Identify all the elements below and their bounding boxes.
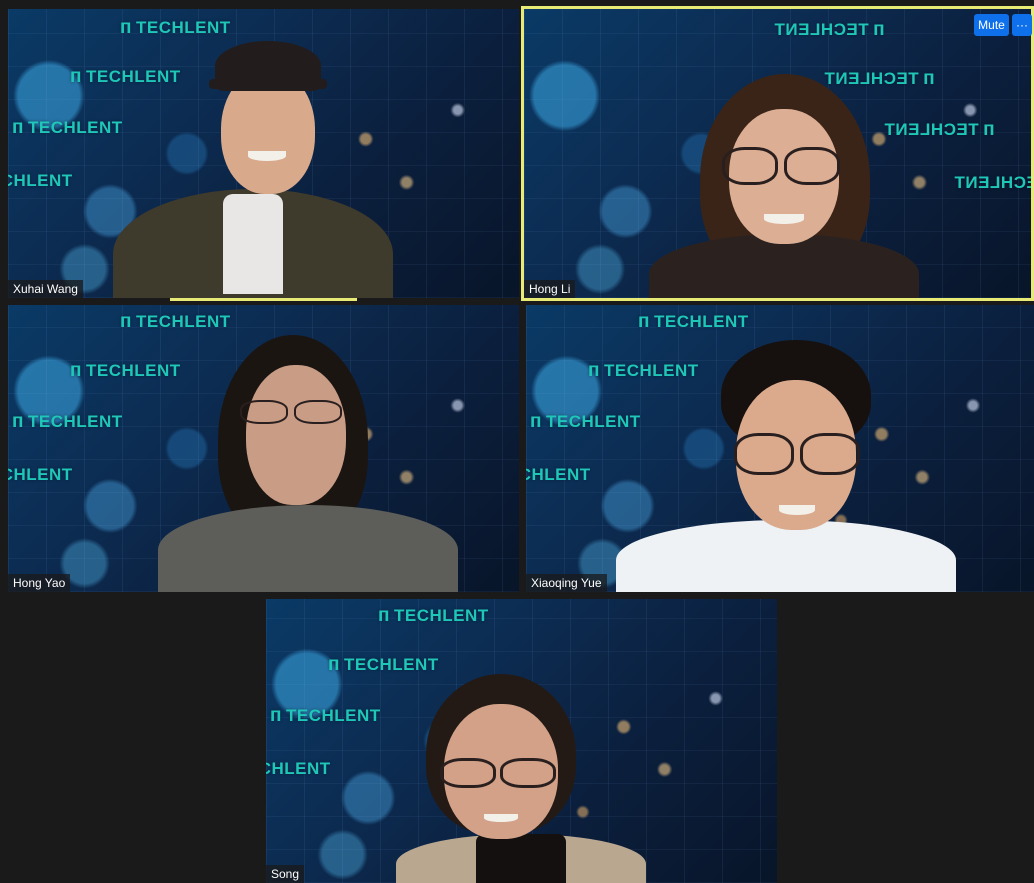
techlent-logo-icon: ᴨ bbox=[328, 654, 340, 675]
brand-watermark: TECHLENT bbox=[8, 171, 73, 190]
brand-watermark: ᴨTECHLENT bbox=[12, 411, 123, 432]
techlent-logo-icon: ᴨ bbox=[270, 705, 282, 726]
participant-video-feed bbox=[148, 335, 468, 592]
techlent-logo-icon: ᴨ bbox=[872, 19, 885, 40]
techlent-logo-icon: ᴨ bbox=[120, 311, 132, 332]
techlent-logo-icon: ᴨ bbox=[70, 66, 82, 87]
techlent-logo-icon: ᴨ bbox=[12, 117, 24, 138]
techlent-logo-icon: ᴨ bbox=[588, 360, 600, 381]
brand-watermark: TECHLENT bbox=[526, 465, 591, 484]
techlent-logo-icon: ᴨ bbox=[530, 411, 542, 432]
techlent-logo-icon: ᴨ bbox=[12, 411, 24, 432]
brand-watermark: ᴨTECHLENT bbox=[378, 605, 489, 626]
participant-name-label: Hong Li bbox=[524, 280, 576, 298]
participant-name-label: Xiaoqing Yue bbox=[526, 574, 607, 592]
brand-watermark: ᴨTECHLENT bbox=[638, 311, 749, 332]
video-tile-xiaoqing-yue[interactable]: ᴨTECHLENT ᴨTECHLENT ᴨTECHLENT TECHLENT X… bbox=[526, 305, 1034, 592]
techlent-logo-icon: ᴨ bbox=[982, 119, 995, 140]
video-tile-song[interactable]: ᴨTECHLENT ᴨTECHLENT ᴨTECHLENT TECHLENT S… bbox=[266, 599, 777, 883]
brand-watermark: TECHLENT bbox=[266, 759, 331, 778]
techlent-logo-icon: ᴨ bbox=[70, 360, 82, 381]
video-tile-xuhai-wang[interactable]: ᴨTECHLENT ᴨTECHLENT ᴨTECHLENT TECHLENT X… bbox=[8, 9, 519, 298]
techlent-logo-icon: ᴨ bbox=[378, 605, 390, 626]
participant-name-label: Xuhai Wang bbox=[8, 280, 83, 298]
brand-watermark: ᴨTECHLENT bbox=[774, 19, 885, 40]
brand-watermark: ᴨTECHLENT bbox=[328, 654, 439, 675]
speaking-indicator bbox=[170, 298, 357, 301]
participant-video-feed bbox=[616, 335, 956, 592]
brand-watermark: TECHLENT bbox=[8, 465, 73, 484]
participant-video-feed bbox=[396, 674, 676, 883]
more-options-button[interactable]: ··· bbox=[1012, 14, 1032, 36]
mute-button[interactable]: Mute bbox=[974, 14, 1009, 36]
participant-name-label: Song bbox=[266, 865, 305, 883]
brand-watermark: ᴨTECHLENT bbox=[120, 311, 231, 332]
techlent-logo-icon: ᴨ bbox=[638, 311, 650, 332]
participant-name-label: Hong Yao bbox=[8, 574, 71, 592]
video-tile-hong-li[interactable]: ᴨTECHLENT ᴨTECHLENT ᴨTECHLENT TECHLENT H… bbox=[521, 6, 1034, 301]
brand-watermark: ᴨTECHLENT bbox=[270, 705, 381, 726]
participant-video-feed bbox=[103, 29, 403, 298]
video-tile-hong-yao[interactable]: ᴨTECHLENT ᴨTECHLENT ᴨTECHLENT TECHLENT H… bbox=[8, 305, 519, 592]
brand-watermark: TECHLENT bbox=[954, 173, 1031, 192]
participant-video-feed bbox=[634, 64, 934, 298]
